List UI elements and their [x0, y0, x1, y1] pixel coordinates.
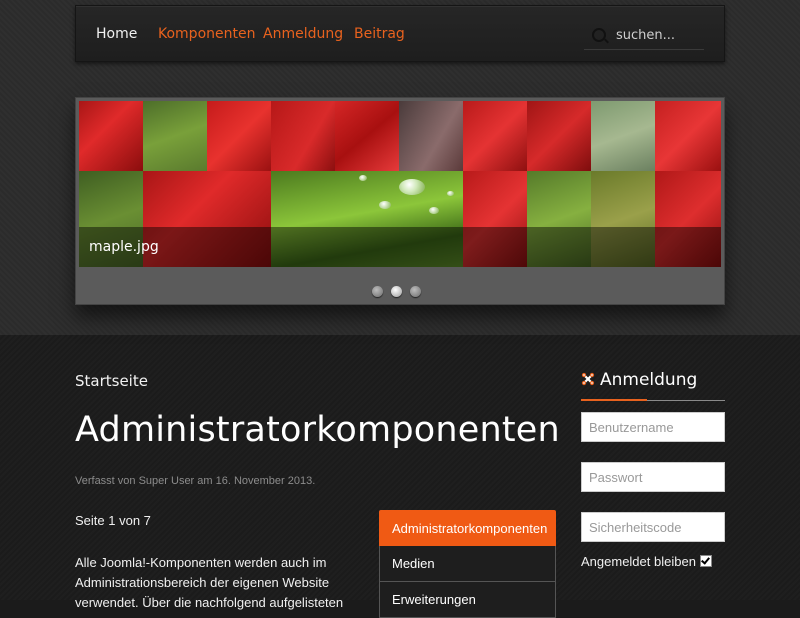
password-field[interactable] [581, 462, 725, 492]
remember-me-label: Angemeldet bleiben [581, 554, 696, 569]
nav-item-home[interactable]: Home [96, 26, 137, 42]
article-body: Alle Joomla!-Komponenten werden auch im … [75, 555, 344, 610]
login-heading: Anmeldung [581, 370, 725, 401]
search-box [584, 18, 706, 50]
toc-item-erweiterungen[interactable]: Erweiterungen [379, 582, 556, 618]
login-heading-underline [581, 399, 647, 401]
slider-dots [372, 284, 429, 302]
joomla-icon [581, 372, 595, 386]
remember-me: Angemeldet bleiben [581, 554, 725, 569]
login-module: Anmeldung Angemeldet bleiben [581, 370, 725, 569]
search-input[interactable] [614, 25, 706, 45]
username-field[interactable] [581, 412, 725, 442]
remember-me-checkbox[interactable] [699, 555, 712, 567]
toc-item-administratorkomponenten[interactable]: Administratorkomponenten [379, 510, 556, 546]
slider-dot-3[interactable] [410, 286, 421, 297]
search-icon [592, 28, 606, 42]
nav-item-beitrag[interactable]: Beitrag [354, 26, 405, 42]
slider-dot-2[interactable] [391, 286, 402, 297]
nav-item-anmeldung[interactable]: Anmeldung [263, 26, 343, 42]
login-heading-text: Anmeldung [600, 370, 698, 390]
page-title: Administratorkomponenten [75, 410, 560, 450]
security-code-field[interactable] [581, 512, 725, 542]
article-meta: Verfasst von Super User am 16. November … [75, 475, 316, 487]
slide-caption-text: maple.jpg [89, 239, 159, 255]
toc-item-medien[interactable]: Medien [379, 546, 556, 582]
slide-caption: maple.jpg [79, 227, 721, 267]
article-index: Administratorkomponenten Medien Erweiter… [379, 510, 556, 618]
image-slider: maple.jpg [75, 97, 725, 305]
slider-dot-1[interactable] [372, 286, 383, 297]
breadcrumb[interactable]: Startseite [75, 372, 148, 390]
main-navbar: Home Komponenten Anmeldung Beitrag [75, 5, 725, 62]
page-counter: Seite 1 von 7 [75, 513, 151, 528]
slide-image[interactable]: maple.jpg [79, 101, 721, 267]
nav-item-komponenten[interactable]: Komponenten [158, 26, 255, 42]
